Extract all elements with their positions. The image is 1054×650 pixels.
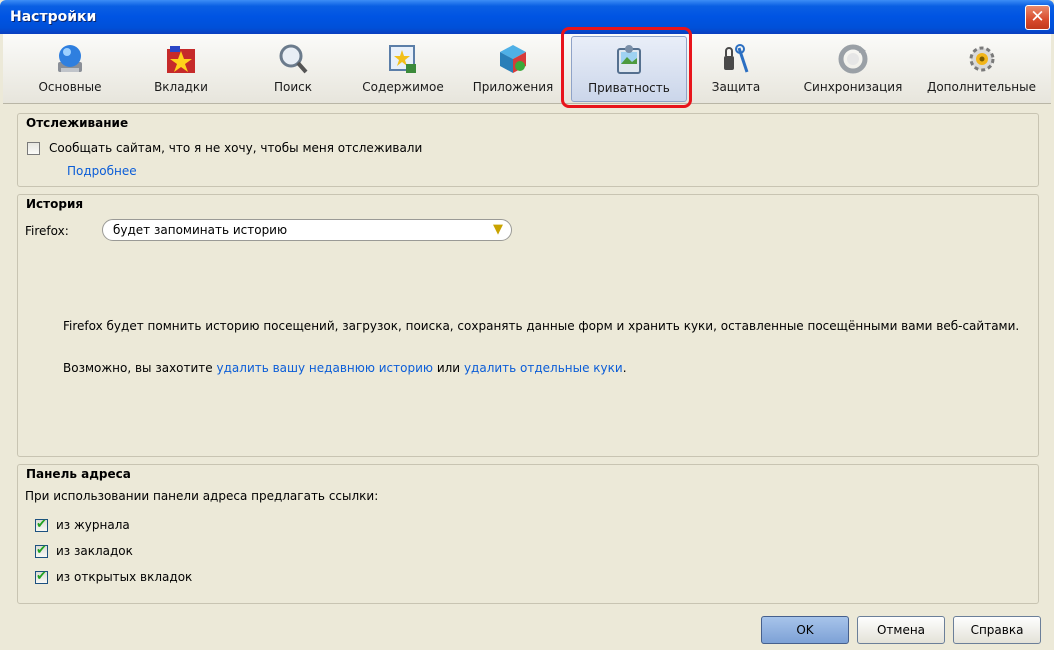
cancel-button[interactable]: Отмена — [857, 616, 945, 644]
history-group: История Firefox: будет запоминать истори… — [17, 194, 1039, 457]
tab-advanced[interactable]: Дополнительные — [919, 36, 1044, 102]
tracking-title: Отслеживание — [26, 116, 129, 130]
clear-history-link[interactable]: удалить вашу недавнюю историю — [217, 361, 433, 375]
ok-button[interactable]: OK — [761, 616, 849, 644]
history-mode-select[interactable]: будет запоминать историю ▼ — [102, 219, 512, 241]
addressbar-title: Панель адреса — [26, 467, 131, 481]
tab-general-label: Основные — [38, 80, 102, 94]
applications-icon — [500, 45, 526, 73]
tab-tabs-label: Вкладки — [154, 80, 208, 94]
tracking-group: Отслеживание Сообщать сайтам, что я не х… — [17, 113, 1039, 187]
history-hint: Возможно, вы захотите удалить вашу недав… — [63, 361, 627, 375]
dnt-label[interactable]: Сообщать сайтам, что я не хочу, чтобы ме… — [49, 141, 422, 155]
dnt-checkbox[interactable] — [27, 142, 40, 155]
advanced-icon — [969, 46, 994, 72]
addressbar-group: Панель адреса При использовании панели а… — [17, 464, 1039, 604]
learn-more-link[interactable]: Подробнее — [67, 164, 137, 178]
tab-advanced-label: Дополнительные — [926, 80, 1037, 94]
window-title: Настройки — [10, 9, 97, 25]
tab-privacy-label: Приватность — [588, 81, 670, 95]
close-button[interactable]: ✕ — [1025, 5, 1050, 30]
tab-privacy[interactable]: Приватность — [571, 36, 687, 102]
tab-sync-label: Синхронизация — [803, 80, 903, 94]
tab-sync[interactable]: Синхронизация — [798, 36, 908, 102]
preferences-window: Настройки ✕ Основные Вкладки Поиск Содер… — [0, 0, 1054, 650]
history-title: История — [26, 197, 84, 211]
opentabs-suggest-label[interactable]: из открытых вкладок — [56, 570, 192, 584]
tab-search-label: Поиск — [273, 80, 312, 94]
firefox-label: Firefox: — [25, 224, 69, 238]
hint-or: или — [436, 361, 461, 375]
hint-suffix: . — [622, 361, 627, 375]
close-icon: ✕ — [1030, 7, 1045, 27]
addressbar-subtitle: При использовании панели адреса предлага… — [25, 489, 379, 503]
dropdown-arrow-icon: ▼ — [493, 222, 503, 237]
security-icon — [724, 44, 749, 73]
opentabs-suggest-checkbox[interactable] — [35, 569, 48, 584]
tab-applications[interactable]: Приложения — [463, 36, 563, 102]
help-button[interactable]: Справка — [953, 616, 1041, 644]
title-bar: Настройки ✕ — [0, 0, 1054, 34]
sync-icon — [838, 44, 868, 74]
search-icon — [279, 44, 308, 74]
tab-security-label: Защита — [711, 80, 761, 94]
tab-general[interactable]: Основные — [20, 36, 120, 102]
history-mode-value: будет запоминать историю — [113, 223, 288, 237]
tab-applications-label: Приложения — [472, 80, 554, 94]
tab-security[interactable]: Защита — [686, 36, 786, 102]
privacy-icon — [617, 45, 641, 74]
history-description: Firefox будет помнить историю посещений,… — [63, 319, 1020, 333]
tab-search[interactable]: Поиск — [243, 36, 343, 102]
remove-cookies-link[interactable]: удалить отдельные куки — [464, 361, 623, 375]
content-icon — [389, 45, 416, 73]
tab-content-label: Содержимое — [362, 80, 444, 94]
history-suggest-checkbox[interactable] — [35, 517, 48, 532]
bookmarks-suggest-label[interactable]: из закладок — [56, 544, 133, 558]
tabs-icon — [167, 46, 195, 73]
bookmarks-suggest-checkbox[interactable] — [35, 543, 48, 558]
history-suggest-label[interactable]: из журнала — [56, 518, 130, 532]
tab-tabs[interactable]: Вкладки — [131, 36, 231, 102]
general-icon — [58, 45, 82, 72]
tab-content[interactable]: Содержимое — [353, 36, 453, 102]
hint-prefix: Возможно, вы захотите — [63, 361, 213, 375]
category-toolbar: Основные Вкладки Поиск Содержимое Прилож… — [3, 34, 1051, 104]
